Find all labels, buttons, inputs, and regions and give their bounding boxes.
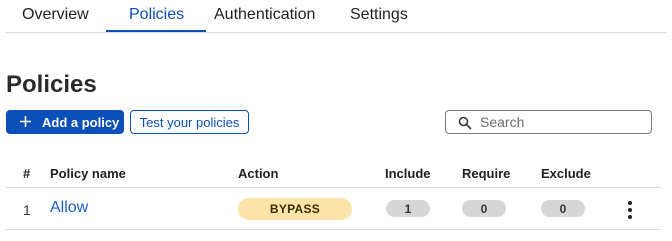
exclude-count: 0 [541,200,585,217]
table-row: 1 Allow BYPASS 1 0 0 [6,188,660,230]
add-policy-button[interactable]: Add a policy [6,110,124,134]
page-title: Policies [6,71,97,98]
add-policy-label: Add a policy [42,114,120,130]
kebab-dot [628,208,632,212]
tab-settings[interactable]: Settings [350,0,408,32]
column-header-require[interactable]: Require [462,166,510,181]
column-header-index: # [23,166,31,181]
require-count: 0 [462,200,506,217]
test-policies-button[interactable]: Test your policies [130,110,249,134]
search-icon [458,116,472,130]
policies-page: Overview Policies Authentication Setting… [0,0,672,241]
kebab-dot [628,215,632,219]
policy-name-link[interactable]: Allow [50,199,88,217]
tab-bar: Overview Policies Authentication Setting… [6,0,666,33]
search-input[interactable] [480,113,645,131]
table-header: # Policy name Action Include Require Exc… [6,160,660,188]
tab-policies[interactable]: Policies [129,0,184,32]
include-count: 1 [386,200,430,217]
tab-authentication[interactable]: Authentication [214,0,315,32]
column-header-include[interactable]: Include [385,166,431,181]
action-badge: BYPASS [238,198,352,220]
column-header-policy-name[interactable]: Policy name [50,166,126,181]
tab-overview[interactable]: Overview [22,0,89,32]
kebab-menu-icon[interactable] [623,200,637,220]
active-tab-indicator [106,30,206,32]
search-box[interactable] [445,110,652,134]
column-header-action[interactable]: Action [238,166,278,181]
row-index: 1 [23,202,31,218]
kebab-dot [628,201,632,205]
column-header-exclude[interactable]: Exclude [541,166,591,181]
plus-icon [18,113,32,131]
